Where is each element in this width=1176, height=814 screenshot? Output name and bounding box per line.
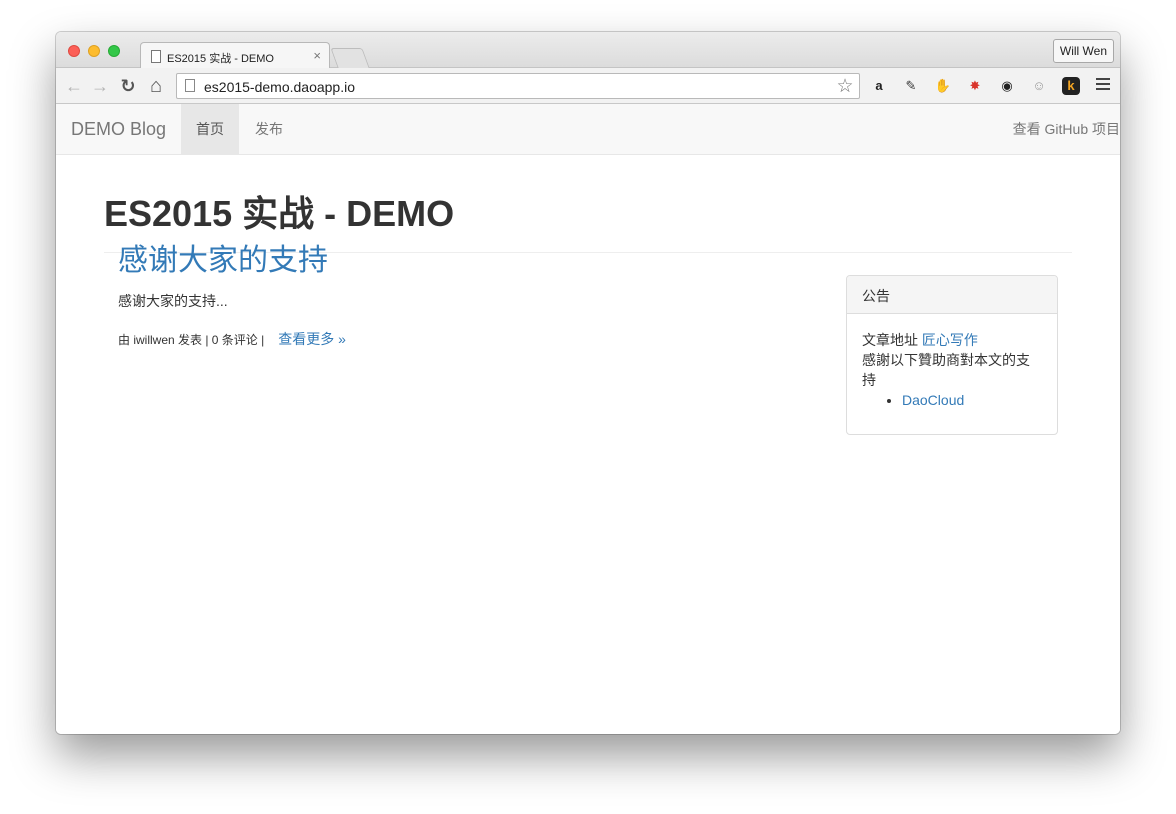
- sponsor-thanks-text: 感謝以下贊助商對本文的支持: [862, 352, 1030, 388]
- page-content: DEMO Blog 首页 发布 查看 GitHub 项目 ES2015 实战 -…: [56, 104, 1120, 734]
- sponsor-link-daocloud[interactable]: DaoCloud: [902, 392, 964, 408]
- amazon-icon[interactable]: a: [870, 77, 888, 95]
- nav-item-home[interactable]: 首页: [181, 104, 239, 154]
- document-icon: [151, 50, 161, 63]
- evernote-icon[interactable]: ✋: [934, 77, 952, 95]
- page-icon: [185, 79, 195, 92]
- bookmark-star-icon[interactable]: ☆: [833, 75, 857, 98]
- url-text[interactable]: es2015-demo.daoapp.io: [204, 79, 355, 95]
- back-arrow-icon[interactable]: ←: [62, 74, 86, 98]
- article-address-label: 文章地址: [862, 332, 922, 348]
- title-bar: ES2015 实战 - DEMO × Will Wen: [56, 32, 1120, 69]
- profile-button[interactable]: Will Wen: [1052, 39, 1114, 63]
- read-more-link[interactable]: 查看更多 »: [278, 331, 346, 347]
- article-address-link[interactable]: 匠心写作: [922, 332, 978, 348]
- home-icon[interactable]: ⌂: [144, 74, 168, 98]
- browser-toolbar: ← → ↻ ⌂ es2015-demo.daoapp.io ☆ a ✎ ✋ ✸ ◉ ☺ k: [56, 68, 1120, 104]
- color-wheel-icon[interactable]: ◉: [998, 77, 1016, 95]
- post-item: 感谢大家的支持 感谢大家的支持... 由 iwillwen 发表 | 0 条评论…: [118, 244, 818, 349]
- page-title: ES2015 实战 - DEMO: [104, 193, 455, 234]
- sponsor-list: DaoCloud: [902, 390, 1042, 410]
- ghost-icon[interactable]: ☺: [1030, 77, 1048, 95]
- window-maximize-button[interactable]: [108, 45, 120, 57]
- menu-icon[interactable]: [1096, 78, 1110, 92]
- article-address-line: 文章地址 匠心写作: [862, 330, 1042, 350]
- address-bar[interactable]: es2015-demo.daoapp.io ☆: [176, 73, 860, 99]
- reload-icon[interactable]: ↻: [116, 74, 140, 98]
- tab-title: ES2015 实战 - DEMO: [167, 53, 274, 65]
- window-minimize-button[interactable]: [88, 45, 100, 57]
- announcement-panel: 公告 文章地址 匠心写作 感謝以下贊助商對本文的支持 DaoCloud: [846, 275, 1058, 435]
- k-icon[interactable]: k: [1062, 77, 1080, 95]
- panel-body: 文章地址 匠心写作 感謝以下贊助商對本文的支持 DaoCloud: [847, 314, 1057, 426]
- post-meta: 由 iwillwen 发表 | 0 条评论 | 查看更多 »: [118, 329, 818, 349]
- burst-icon[interactable]: ✸: [966, 77, 984, 95]
- browser-tab[interactable]: ES2015 实战 - DEMO ×: [140, 42, 330, 69]
- pen-icon[interactable]: ✎: [902, 77, 920, 95]
- tab-close-icon[interactable]: ×: [313, 48, 321, 63]
- panel-heading: 公告: [847, 276, 1057, 314]
- new-tab-button[interactable]: [330, 48, 370, 68]
- github-link[interactable]: 查看 GitHub 项目: [1013, 104, 1120, 154]
- window-close-button[interactable]: [68, 45, 80, 57]
- site-navbar: DEMO Blog 首页 发布 查看 GitHub 项目: [56, 104, 1120, 155]
- forward-arrow-icon[interactable]: →: [88, 74, 112, 98]
- nav-item-publish[interactable]: 发布: [240, 104, 298, 154]
- site-brand[interactable]: DEMO Blog: [71, 119, 166, 140]
- post-meta-text: 由 iwillwen 发表 | 0 条评论 |: [118, 333, 265, 347]
- browser-window: ES2015 实战 - DEMO × Will Wen ← → ↻ ⌂ es20…: [56, 32, 1120, 734]
- post-excerpt: 感谢大家的支持...: [118, 293, 228, 309]
- list-item: DaoCloud: [902, 390, 1042, 410]
- post-title[interactable]: 感谢大家的支持: [118, 244, 818, 277]
